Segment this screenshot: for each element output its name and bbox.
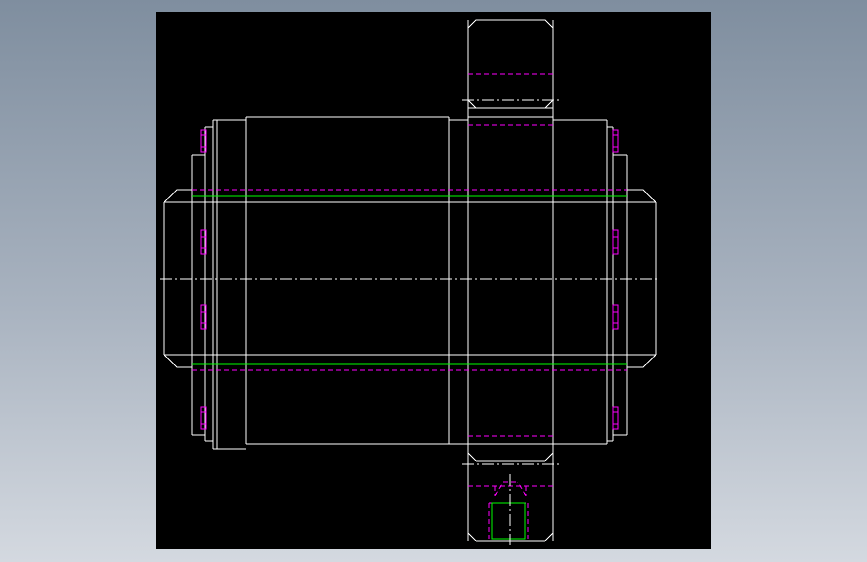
center-lines <box>160 99 660 545</box>
shaft-outline <box>163 116 657 450</box>
cad-window-background <box>0 0 867 562</box>
lower-tooth-outline <box>467 444 554 542</box>
cad-drawing-canvas <box>160 19 660 545</box>
cad-drawing-viewport[interactable] <box>156 12 711 549</box>
thread-lines <box>192 195 627 540</box>
upper-tooth-outline <box>467 19 554 117</box>
hidden-lines <box>192 73 627 539</box>
